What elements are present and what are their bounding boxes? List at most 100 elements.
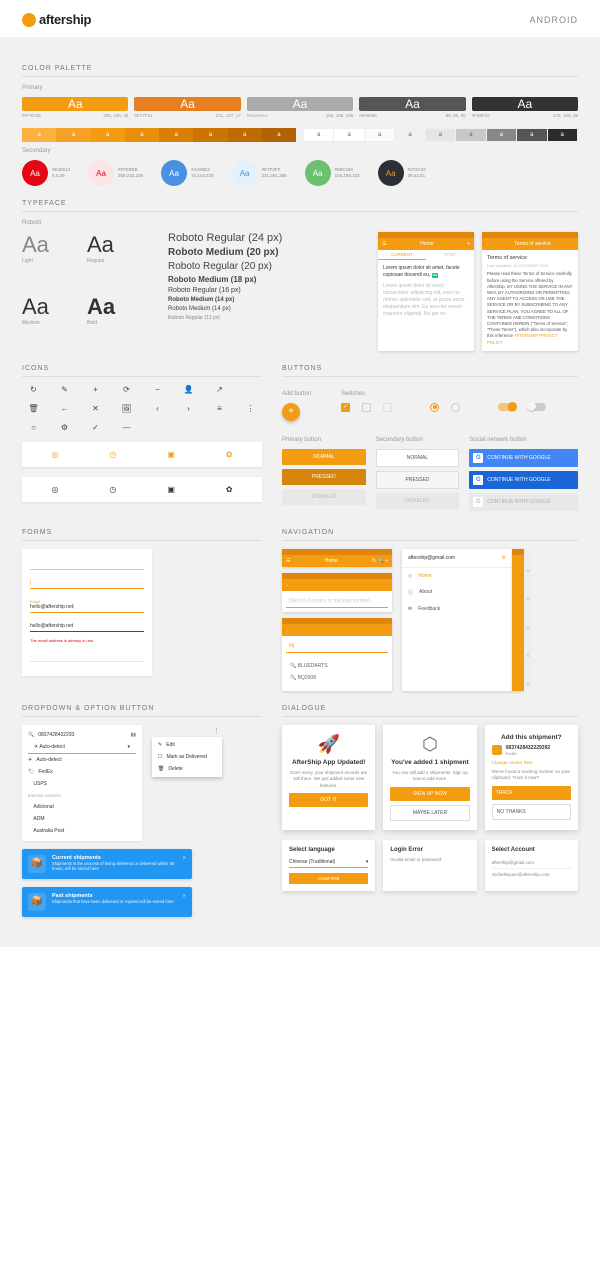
drawer-scrim bbox=[512, 549, 524, 691]
dialog-login-error: Login Error Invalid email or password. bbox=[383, 840, 476, 891]
gear-icon: ⚙ bbox=[53, 423, 76, 432]
google-button-pressed[interactable]: GCONTINUE WITH GOOGLE bbox=[469, 471, 578, 489]
check-icon: ☐ bbox=[158, 754, 162, 760]
context-menu: ✎Edit ☐Mark as Delivered 🗑Delete bbox=[152, 737, 222, 777]
close-icon[interactable]: ✕ bbox=[182, 855, 186, 860]
search-result[interactable]: 🔍 BQ2008 bbox=[290, 672, 384, 684]
minus-icon: − bbox=[146, 385, 169, 394]
target-icon[interactable]: ◎ bbox=[51, 450, 58, 459]
google-button-normal[interactable]: GCONTINUE WITH GOOGLE bbox=[469, 449, 578, 467]
plus-icon[interactable]: + bbox=[385, 558, 388, 564]
track-button[interactable]: TRACK bbox=[492, 786, 571, 800]
chevron-left-icon: ‹ bbox=[146, 404, 169, 413]
signup-button[interactable]: SIGN UP NOW bbox=[390, 787, 469, 801]
toggle-off[interactable] bbox=[528, 403, 546, 411]
radio-off[interactable] bbox=[451, 403, 460, 412]
icon-grid: ↻ ✎ + ⟳ − 👤 ↗ 🗑 ← ✕ 🖼 ‹ › ≡ ⋮ ○ bbox=[22, 385, 262, 432]
scroll-index[interactable]: ·A·G·M·S·Z bbox=[524, 549, 532, 691]
got-it-button[interactable]: GOT IT bbox=[289, 793, 368, 807]
checkbox-on[interactable] bbox=[341, 403, 350, 412]
header-bar: aftership ANDROID bbox=[0, 0, 600, 37]
chevron-down-icon: ▾ bbox=[366, 859, 369, 865]
fab-add-button[interactable]: + bbox=[282, 403, 300, 421]
refresh-icon[interactable]: ↻ bbox=[372, 558, 376, 564]
input-empty[interactable] bbox=[30, 557, 144, 570]
clock-icon[interactable]: ◷ bbox=[109, 485, 116, 494]
input-focused[interactable]: | bbox=[30, 576, 144, 589]
section-dropdown: DROPDOWN & OPTION BUTTON bbox=[22, 705, 262, 717]
option-adm[interactable]: ADM bbox=[22, 813, 142, 825]
drawer-feedback[interactable]: ✉Feedback bbox=[402, 601, 512, 617]
swatch: Aa bbox=[247, 97, 353, 111]
option-fedex[interactable]: 🏷FedEx bbox=[22, 766, 142, 778]
hamburger-icon[interactable]: ☰ bbox=[286, 558, 290, 564]
back-icon[interactable]: ← bbox=[286, 627, 291, 633]
chevron-down-icon[interactable]: ▾ bbox=[127, 744, 130, 750]
search-input-typed[interactable]: bl| bbox=[286, 640, 388, 653]
chat-icon[interactable]: ▣ bbox=[167, 485, 175, 494]
nav-search: ← |Search Couriers or tracking number… bbox=[282, 573, 392, 612]
section-navigation: NAVIGATION bbox=[282, 529, 578, 541]
search-result[interactable]: 🔍 BLUEDARTS bbox=[290, 660, 384, 672]
swatch: Aa bbox=[359, 97, 465, 111]
no-thanks-button[interactable]: NO THANKS bbox=[492, 804, 571, 820]
toggle-on[interactable] bbox=[498, 403, 516, 411]
nav-search-results: ← bl| 🔍 BLUEDARTS 🔍 BQ2008 bbox=[282, 618, 392, 691]
subhead-primary: Primary bbox=[22, 85, 578, 91]
search-icon[interactable]: 🔍 bbox=[377, 558, 383, 564]
package-icon: ⬡ bbox=[422, 734, 438, 755]
section-color-palette: COLOR PALETTE bbox=[22, 65, 578, 77]
courier-dropdown: 🔍0837428432293▮▮ ✈ Auto-detect▾ ✈Auto-de… bbox=[22, 725, 142, 841]
option-adicional[interactable]: Adicional bbox=[22, 801, 142, 813]
option-aupost[interactable]: Australia Post bbox=[22, 825, 142, 837]
secondary-button-disabled: DISABLED bbox=[376, 493, 460, 509]
hamburger-icon: ≡ bbox=[208, 404, 231, 413]
barcode-icon[interactable]: ▮▮ bbox=[130, 732, 136, 738]
input-error[interactable]: hello@aftership.net bbox=[30, 619, 144, 632]
option-usps[interactable]: USPS bbox=[22, 778, 142, 790]
gear-icon[interactable]: ✿ bbox=[226, 450, 233, 459]
close-icon[interactable]: ✕ bbox=[182, 893, 186, 898]
package-icon: 📦 bbox=[28, 855, 46, 873]
primary-button-normal[interactable]: NORMAL bbox=[282, 449, 366, 465]
dialog-add-shipment: Add this shipment? 0837428432229392FedEx… bbox=[485, 725, 578, 830]
dash-icon: — bbox=[115, 423, 138, 432]
checkbox-disabled bbox=[383, 403, 392, 412]
clock-icon[interactable]: ◷ bbox=[109, 450, 116, 459]
menu-edit[interactable]: ✎Edit bbox=[152, 739, 222, 751]
change-courier-link[interactable]: Change courier here bbox=[492, 760, 533, 765]
language-select[interactable]: Chinese (Traditional)▾ bbox=[289, 857, 368, 868]
hamburger-icon[interactable]: ☰ bbox=[382, 241, 386, 247]
secondary-button-pressed[interactable]: PRESSED bbox=[376, 471, 460, 489]
platform-label: ANDROID bbox=[529, 15, 578, 25]
maybe-later-button[interactable]: MAYBE LATER bbox=[390, 805, 469, 821]
photo-icon: 🖼 bbox=[115, 404, 138, 413]
type-preview-home: ☰Home+ CURRENTPAST Lorem ipsum dolor sit… bbox=[378, 232, 474, 351]
back-icon[interactable]: ← bbox=[286, 582, 291, 588]
drawer-about[interactable]: ⓘAbout bbox=[402, 584, 512, 601]
search-input[interactable]: |Search Couriers or tracking number… bbox=[286, 595, 388, 608]
swatch: Aa bbox=[22, 97, 128, 111]
logo-mark-icon bbox=[22, 13, 36, 27]
menu-delete[interactable]: 🗑Delete bbox=[152, 763, 222, 775]
option-auto[interactable]: ✈Auto-detect bbox=[22, 754, 142, 766]
menu-mark-delivered[interactable]: ☐Mark as Delivered bbox=[152, 751, 222, 763]
confirm-button[interactable]: CONFIRM bbox=[289, 873, 368, 884]
radio-on[interactable] bbox=[430, 403, 439, 412]
back-icon[interactable]: ← bbox=[486, 241, 491, 247]
account-option[interactable]: michelleyuen@aftership.com bbox=[492, 869, 571, 880]
account-option[interactable]: aftership@gmail.com bbox=[492, 857, 571, 869]
nav-drawer: aftership@gmail.com⚙ ◎Home ⓘAbout ✉Feedb… bbox=[402, 549, 512, 691]
chat-icon[interactable]: ▣ bbox=[167, 450, 175, 459]
secondary-button-normal[interactable]: NORMAL bbox=[376, 449, 460, 467]
primary-button-pressed[interactable]: PRESSED bbox=[282, 469, 366, 485]
input-filled[interactable]: Emailhello@aftership.net| bbox=[30, 595, 144, 613]
gear-icon[interactable]: ✿ bbox=[226, 485, 233, 494]
plus-icon[interactable]: + bbox=[467, 241, 470, 247]
gear-icon[interactable]: ⚙ bbox=[502, 555, 506, 561]
overflow-menu-trigger[interactable]: ⋮ bbox=[152, 725, 222, 737]
brand-logo: aftership bbox=[22, 12, 91, 27]
checkbox-off[interactable] bbox=[362, 403, 371, 412]
drawer-home[interactable]: ◎Home bbox=[402, 568, 512, 584]
target-icon[interactable]: ◎ bbox=[51, 485, 58, 494]
